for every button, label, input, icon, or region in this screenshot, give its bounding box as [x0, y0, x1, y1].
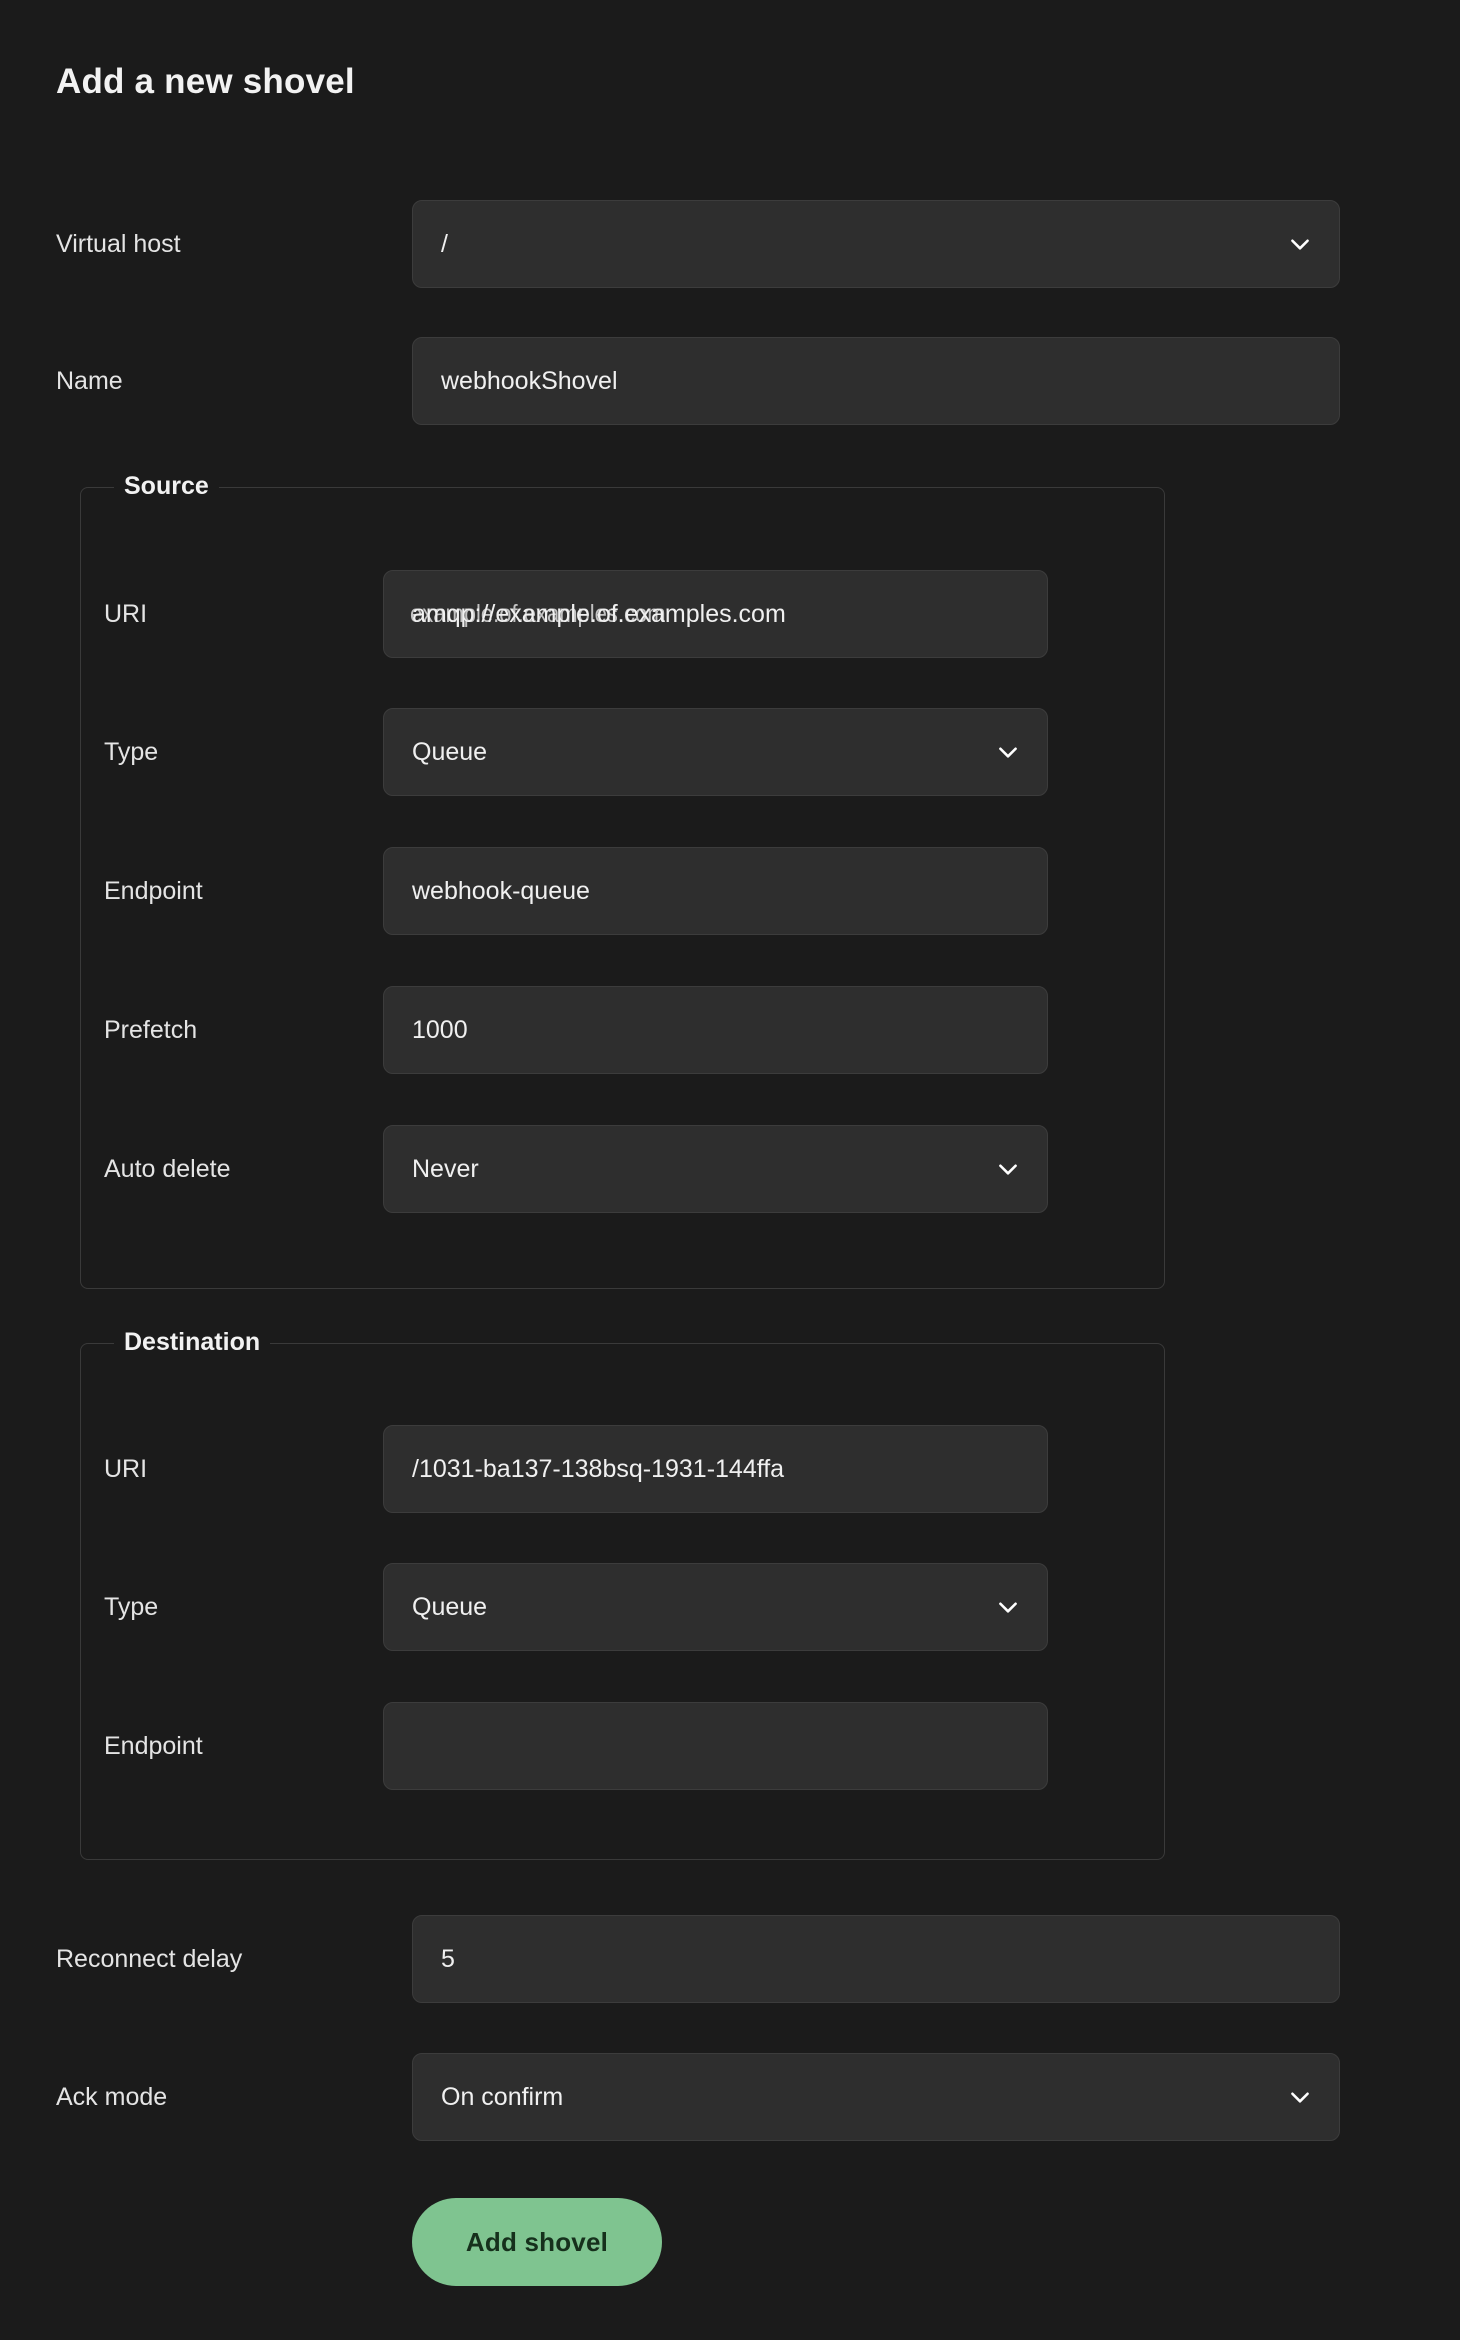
- source-legend: Source: [114, 472, 219, 501]
- destination-endpoint-row: Endpoint: [104, 1702, 203, 1790]
- source-prefetch-row: Prefetch: [104, 986, 197, 1074]
- name-value: webhookShovel: [441, 366, 618, 395]
- destination-type-label: Type: [104, 1592, 159, 1621]
- source-type-select[interactable]: Queue: [383, 708, 1048, 796]
- source-endpoint-row: Endpoint: [104, 847, 203, 935]
- virtual-host-select[interactable]: /: [412, 200, 1340, 288]
- ack-mode-select[interactable]: On confirm: [412, 2053, 1340, 2141]
- source-auto-delete-value: Never: [412, 1154, 479, 1183]
- destination-endpoint-label: Endpoint: [104, 1731, 203, 1760]
- chevron-down-icon: [995, 1156, 1021, 1182]
- add-shovel-page: Add a new shovel Virtual host / Name web…: [0, 0, 1460, 2340]
- source-prefetch-label: Prefetch: [104, 1015, 198, 1044]
- reconnect-delay-value: 5: [441, 1944, 455, 1973]
- destination-uri-input[interactable]: /1031-ba137-138bsq-1931-144ffa: [383, 1425, 1048, 1513]
- source-auto-delete-label: Auto delete: [104, 1154, 231, 1183]
- destination-type-row: Type: [104, 1563, 158, 1651]
- source-type-value: Queue: [412, 737, 488, 766]
- source-prefetch-input[interactable]: 1000: [383, 986, 1048, 1074]
- destination-type-value: Queue: [412, 1592, 488, 1621]
- virtual-host-label: Virtual host: [56, 229, 181, 258]
- source-uri-row: URI: [104, 570, 147, 658]
- source-auto-delete-row: Auto delete: [104, 1125, 231, 1213]
- chevron-down-icon: [1287, 2084, 1313, 2110]
- virtual-host-value: /: [441, 229, 448, 258]
- add-shovel-button[interactable]: Add shovel: [412, 2198, 662, 2286]
- destination-legend: Destination: [114, 1328, 271, 1357]
- chevron-down-icon: [1287, 231, 1313, 257]
- destination-uri-row: URI: [104, 1425, 147, 1513]
- name-input[interactable]: webhookShovel: [412, 337, 1340, 425]
- page-title: Add a new shovel: [56, 62, 355, 101]
- source-endpoint-value: webhook-queue: [412, 876, 590, 905]
- destination-type-select[interactable]: Queue: [383, 1563, 1048, 1651]
- source-uri-value: amqp://example.of.examples.com: [412, 599, 786, 628]
- source-auto-delete-select[interactable]: Never: [383, 1125, 1048, 1213]
- name-label: Name: [56, 366, 123, 395]
- source-uri-label: URI: [104, 599, 148, 628]
- reconnect-delay-input[interactable]: 5: [412, 1915, 1340, 2003]
- destination-uri-value: /1031-ba137-138bsq-1931-144ffa: [412, 1454, 785, 1483]
- chevron-down-icon: [995, 1594, 1021, 1620]
- ack-mode-label: Ack mode: [56, 2082, 168, 2111]
- ack-mode-value: On confirm: [441, 2082, 564, 2111]
- source-uri-input[interactable]: example.of.examples.com amqp://example.o…: [383, 570, 1048, 658]
- destination-uri-label: URI: [104, 1454, 148, 1483]
- reconnect-delay-label: Reconnect delay: [56, 1944, 243, 1973]
- source-uri-value-container: example.of.examples.com amqp://example.o…: [410, 599, 786, 628]
- source-type-row: Type: [104, 708, 158, 796]
- source-prefetch-value: 1000: [412, 1015, 468, 1044]
- source-endpoint-label: Endpoint: [104, 876, 203, 905]
- destination-endpoint-input[interactable]: [383, 1702, 1048, 1790]
- source-type-label: Type: [104, 737, 159, 766]
- source-endpoint-input[interactable]: webhook-queue: [383, 847, 1048, 935]
- chevron-down-icon: [995, 739, 1021, 765]
